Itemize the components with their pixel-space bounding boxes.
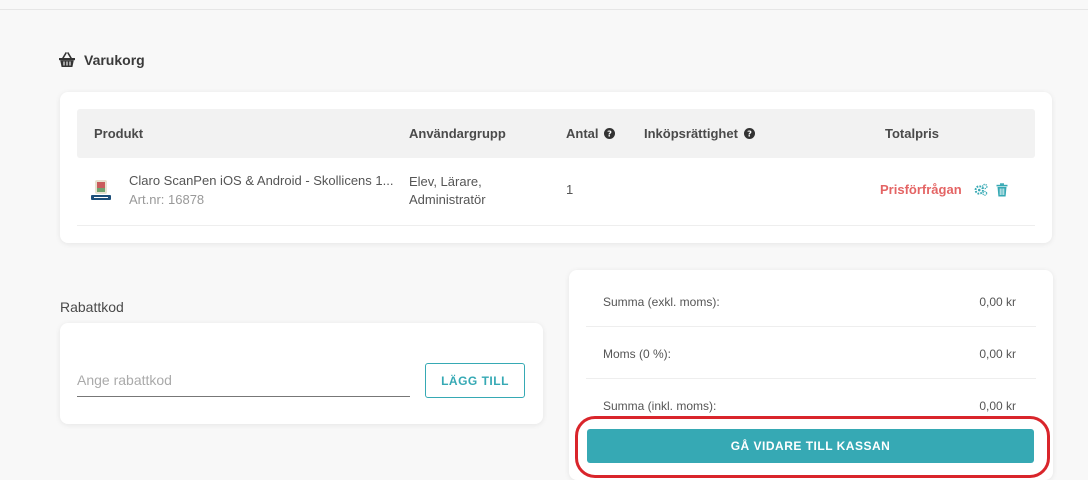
- column-header-product: Produkt: [94, 126, 144, 141]
- cart-table-header: Produkt Användargrupp Antal ? Inköpsrätt…: [77, 109, 1035, 158]
- column-header-total-price: Totalpris: [885, 126, 939, 141]
- summary-value: 0,00 kr: [979, 347, 1016, 361]
- column-header-user-group: Användargrupp: [409, 126, 506, 141]
- svg-text:?: ?: [747, 128, 752, 138]
- cart-card: Produkt Användargrupp Antal ? Inköpsrätt…: [60, 92, 1052, 243]
- summary-label: Summa (exkl. moms):: [603, 295, 720, 309]
- column-header-quantity: Antal ?: [566, 126, 616, 141]
- summary-value: 0,00 kr: [979, 295, 1016, 309]
- product-thumbnail: [91, 180, 111, 200]
- trash-icon[interactable]: [996, 183, 1008, 197]
- cart-title: Varukorg: [84, 52, 145, 68]
- add-discount-button[interactable]: LÄGG TILL: [425, 363, 525, 398]
- product-article-number: Art.nr: 16878: [129, 192, 205, 207]
- cart-item-row: Claro ScanPen iOS & Android - Skollicens…: [77, 158, 1035, 226]
- gears-icon[interactable]: [974, 183, 988, 197]
- user-group-line: Administratör: [409, 192, 486, 207]
- product-name[interactable]: Claro ScanPen iOS & Android - Skollicens…: [129, 173, 393, 188]
- discount-card: LÄGG TILL: [60, 323, 543, 424]
- summary-label: Moms (0 %):: [603, 347, 672, 361]
- summary-label: Summa (inkl. moms):: [603, 399, 717, 413]
- question-circle-icon[interactable]: ?: [743, 128, 755, 139]
- cart-heading: Varukorg: [58, 52, 145, 68]
- summary-value: 0,00 kr: [979, 399, 1016, 413]
- user-group-line: Elev, Lärare,: [409, 174, 482, 189]
- user-group: Elev, Lärare, Administratör: [409, 173, 529, 209]
- svg-text:?: ?: [607, 128, 612, 138]
- price-request: Prisförfrågan: [880, 182, 962, 197]
- question-circle-icon[interactable]: ?: [604, 128, 616, 139]
- basket-icon: [59, 52, 75, 67]
- column-header-purchase-right-label: Inköpsrättighet: [644, 126, 738, 141]
- column-header-purchase-right: Inköpsrättighet ?: [644, 126, 755, 141]
- discount-label: Rabattkod: [60, 299, 124, 315]
- checkout-button[interactable]: GÅ VIDARE TILL KASSAN: [587, 429, 1034, 463]
- discount-code-input[interactable]: [77, 363, 410, 397]
- summary-row-vat: Moms (0 %): 0,00 kr: [586, 327, 1036, 379]
- column-header-quantity-label: Antal: [566, 126, 599, 141]
- top-divider: [0, 9, 1088, 10]
- summary-row-subtotal: Summa (exkl. moms): 0,00 kr: [586, 275, 1036, 327]
- item-quantity: 1: [566, 182, 574, 197]
